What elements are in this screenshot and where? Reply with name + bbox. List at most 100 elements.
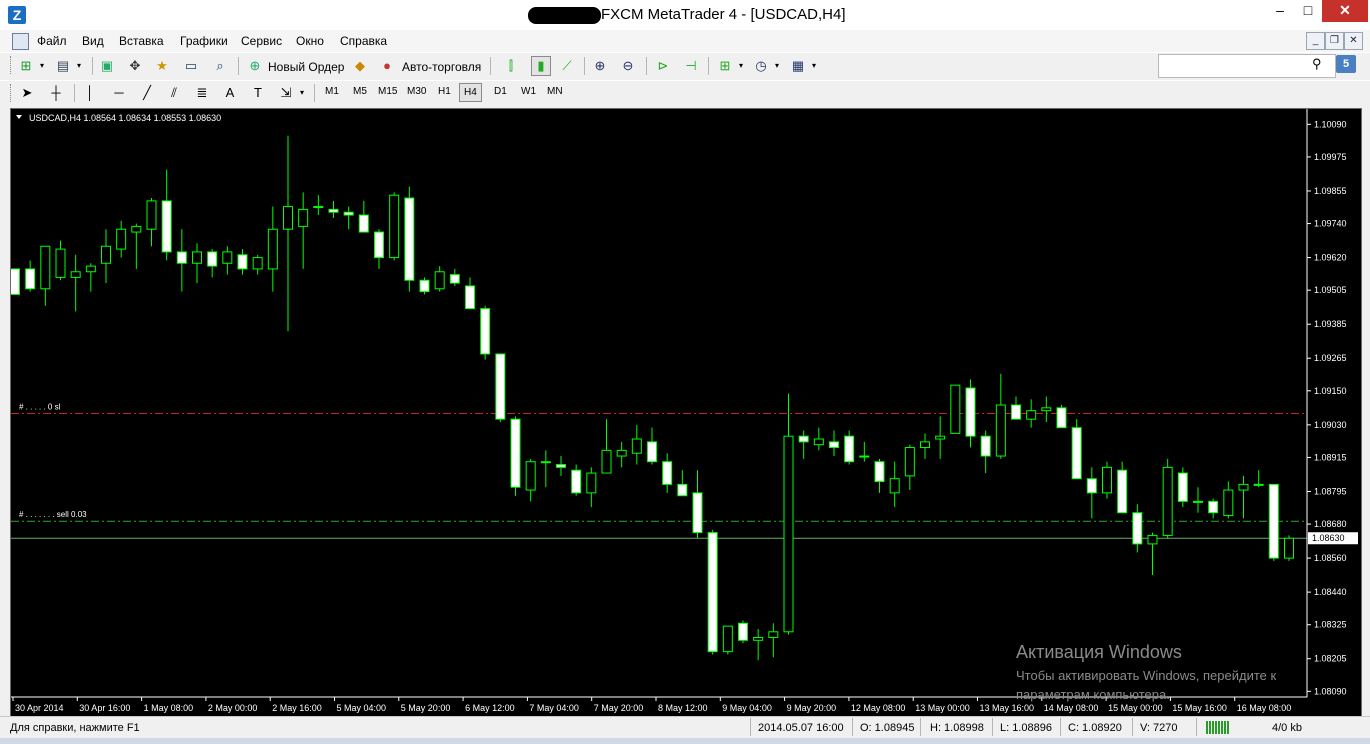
dropdown-arrow-icon[interactable]: ▾ <box>71 58 87 74</box>
y-tick-label: 1.09265 <box>1314 353 1347 363</box>
dropdown-arrow-icon[interactable]: ▾ <box>806 58 822 74</box>
market-watch-icon[interactable]: ▣ <box>99 58 115 74</box>
toolbar-grip <box>10 84 14 102</box>
timeframe-d1[interactable]: D1 <box>491 86 510 97</box>
auto-trading-button[interactable]: Авто-торговля <box>402 60 481 74</box>
dropdown-arrow-icon[interactable]: ▾ <box>294 85 310 101</box>
close-button[interactable]: ✕ <box>1322 0 1368 22</box>
auto-trading-icon[interactable]: ● <box>379 58 395 74</box>
dropdown-arrow-icon[interactable]: ▾ <box>34 58 50 74</box>
text-label-icon[interactable]: T <box>250 85 266 101</box>
cursor-icon[interactable]: ➤ <box>19 85 35 101</box>
connection-bars-icon[interactable] <box>1206 721 1230 734</box>
mdi-minimize-button[interactable]: _ <box>1306 32 1325 50</box>
menu-view[interactable]: Вид <box>82 34 104 48</box>
y-tick-label: 1.08205 <box>1314 654 1347 664</box>
minimize-button[interactable]: – <box>1266 0 1294 22</box>
candle-body <box>1056 407 1067 429</box>
timeframe-m1[interactable]: M1 <box>322 86 342 97</box>
status-volume: V: 7270 <box>1140 722 1178 734</box>
dropdown-arrow-icon[interactable]: ▾ <box>769 58 785 74</box>
search-icon[interactable]: ⚲ <box>1312 56 1322 72</box>
x-tick-label: 2 May 16:00 <box>272 703 322 713</box>
tester-icon[interactable]: ⌕ <box>212 58 228 74</box>
menu-tools[interactable]: Сервис <box>241 34 282 48</box>
timeframe-m30[interactable]: M30 <box>404 86 429 97</box>
periods-icon[interactable]: ◷ <box>753 58 769 74</box>
candle-body <box>55 248 66 278</box>
status-divider <box>1060 718 1061 736</box>
timeframe-w1[interactable]: W1 <box>518 86 539 97</box>
search-input[interactable] <box>1158 54 1336 78</box>
price-chart[interactable]: # . . . . . 0 sl # . . . . . . . sell 0.0… <box>11 109 1361 716</box>
x-tick-label: 2 May 00:00 <box>208 703 258 713</box>
candle-body <box>161 200 172 253</box>
chart-window[interactable]: # . . . . . 0 sl # . . . . . . . sell 0.0… <box>10 108 1362 717</box>
candle-body <box>25 268 36 290</box>
x-tick-label: 7 May 04:00 <box>529 703 579 713</box>
candle-body <box>738 622 748 641</box>
menu-window[interactable]: Окно <box>296 34 324 48</box>
status-datetime: 2014.05.07 16:00 <box>758 722 844 734</box>
activation-watermark-title: Активация Windows <box>1016 642 1182 662</box>
candle-body <box>1026 410 1037 420</box>
mdi-close-button[interactable]: ✕ <box>1344 32 1363 50</box>
title-bar: Z FXCM MetaTrader 4 - [USDCAD,H4] – □ ✕ <box>0 0 1370 30</box>
text-icon[interactable]: A <box>222 85 238 101</box>
crosshair-move-icon[interactable]: ✥ <box>127 58 143 74</box>
timeframe-h1[interactable]: H1 <box>435 86 454 97</box>
y-tick-label: 1.09505 <box>1314 285 1347 295</box>
candle-body <box>328 208 339 213</box>
toolbar-separator <box>646 57 647 75</box>
mdi-restore-button[interactable]: ❐ <box>1325 32 1344 50</box>
candle-body <box>662 461 673 485</box>
zoom-out-icon[interactable]: ⊖ <box>620 58 636 74</box>
new-chart-icon[interactable]: ⊞ <box>18 58 34 74</box>
bar-chart-icon[interactable]: ⫿ <box>503 58 519 74</box>
navigator-icon[interactable]: ★ <box>154 58 170 74</box>
taskbar <box>0 738 1370 744</box>
horizontal-line-icon[interactable]: ─ <box>111 85 127 101</box>
terminal-icon[interactable]: ▭ <box>183 58 199 74</box>
status-low: L: 1.08896 <box>1000 722 1052 734</box>
candlestick-chart-icon[interactable]: ▮ <box>531 56 551 76</box>
dropdown-arrow-icon[interactable]: ▾ <box>733 58 749 74</box>
chart-header: USDCAD,H4 1.08564 1.08634 1.08553 1.0863… <box>29 113 221 123</box>
zoom-in-icon[interactable]: ⊕ <box>592 58 608 74</box>
candle-body <box>1071 427 1082 480</box>
document-icon[interactable] <box>12 33 29 50</box>
toolbar-separator <box>238 57 239 75</box>
notifications-badge[interactable]: 5 <box>1336 55 1356 73</box>
menu-charts[interactable]: Графики <box>180 34 228 48</box>
x-tick-label: 9 May 20:00 <box>787 703 837 713</box>
candle-body <box>237 254 248 270</box>
fibonacci-icon[interactable]: ≣ <box>194 85 210 101</box>
equidistant-channel-icon[interactable]: ⫽ <box>166 85 182 101</box>
crosshair-icon[interactable]: ┼ <box>48 85 64 101</box>
trend-line-icon[interactable]: ╱ <box>139 85 155 101</box>
line-chart-icon[interactable]: ⟋ <box>559 58 575 74</box>
timeframe-m5[interactable]: M5 <box>350 86 370 97</box>
menu-file[interactable]: Файл <box>37 34 67 48</box>
candle-body <box>965 387 976 437</box>
menu-help[interactable]: Справка <box>340 34 387 48</box>
chart-shift-icon[interactable]: ⊣ <box>683 58 699 74</box>
expert-advisor-icon[interactable]: ◆ <box>352 58 368 74</box>
timeframe-m15[interactable]: M15 <box>375 86 400 97</box>
auto-scroll-icon[interactable]: ⊳ <box>655 58 671 74</box>
y-tick-label: 1.09150 <box>1314 386 1347 396</box>
maximize-button[interactable]: □ <box>1294 0 1322 22</box>
candle-body <box>419 279 430 293</box>
arrows-icon[interactable]: ⇲ <box>278 85 294 101</box>
templates-icon[interactable]: ▦ <box>790 58 806 74</box>
indicators-icon[interactable]: ⊞ <box>717 58 733 74</box>
vertical-line-icon[interactable]: │ <box>82 85 98 101</box>
timeframe-mn[interactable]: MN <box>544 86 566 97</box>
chart-menu-triangle-icon[interactable] <box>16 115 22 119</box>
new-order-icon[interactable]: ⊕ <box>247 58 263 74</box>
app-icon: Z <box>8 6 26 24</box>
new-order-button[interactable]: Новый Ордер <box>268 60 344 74</box>
menu-insert[interactable]: Вставка <box>119 34 164 48</box>
timeframe-h4[interactable]: H4 <box>459 83 482 102</box>
profiles-icon[interactable]: ▤ <box>55 58 71 74</box>
